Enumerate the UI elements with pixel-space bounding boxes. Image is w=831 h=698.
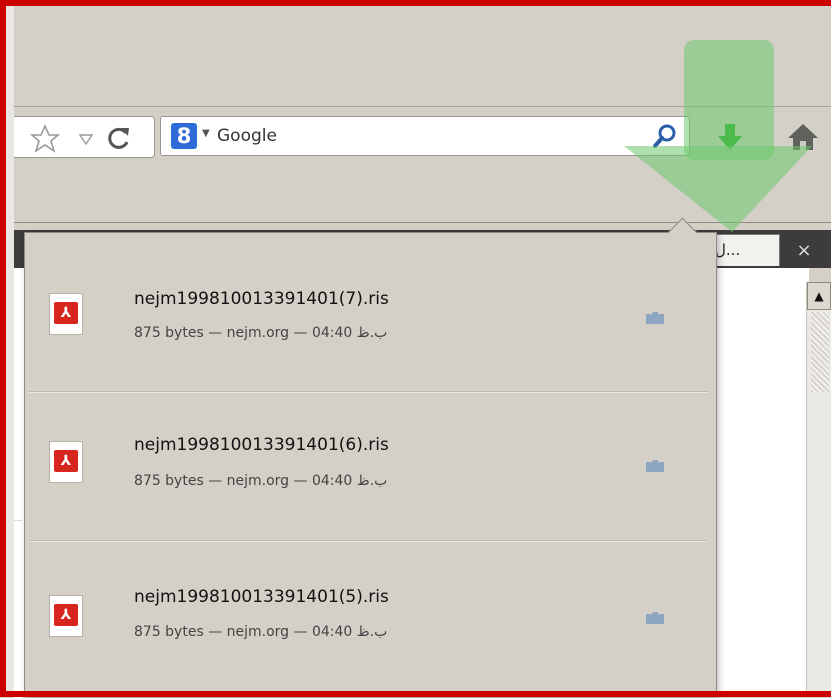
download-item[interactable]: ⅄ nejm199810013391401(5).ris 875 bytes —…	[25, 543, 716, 695]
download-meta: 875 bytes — nejm.org — 04:40 ب.ظ	[134, 473, 388, 489]
star-icon[interactable]	[30, 124, 60, 154]
divider	[29, 391, 708, 392]
page-content-edge	[14, 520, 22, 698]
download-arrow-icon[interactable]	[712, 118, 748, 154]
folder-icon[interactable]	[645, 459, 665, 473]
tab-title: ل...	[715, 241, 741, 259]
window-border-top	[0, 0, 831, 6]
title-bar	[14, 6, 831, 106]
divider	[29, 540, 708, 541]
downloads-panel: ⅄ nejm199810013391401(7).ris 875 bytes —…	[24, 232, 717, 697]
vertical-scrollbar[interactable]: ▲	[806, 282, 831, 697]
download-meta: 875 bytes — nejm.org — 04:40 ب.ظ	[134, 624, 388, 640]
window-left-edge	[6, 6, 14, 697]
triangle-down-icon[interactable]	[78, 133, 94, 145]
close-icon[interactable]: ×	[784, 236, 824, 266]
search-box[interactable]: 8 ▼ Google	[160, 116, 690, 156]
pdf-file-icon: ⅄	[49, 595, 83, 637]
download-filename: nejm199810013391401(6).ris	[134, 435, 389, 455]
download-filename: nejm199810013391401(5).ris	[134, 587, 389, 607]
bookmarks-toolbar	[14, 164, 831, 223]
google-engine-icon[interactable]: 8	[171, 123, 197, 149]
home-icon[interactable]	[783, 118, 823, 158]
pdf-file-icon: ⅄	[49, 293, 83, 335]
pdf-file-icon: ⅄	[49, 441, 83, 483]
engine-dropdown-icon[interactable]: ▼	[202, 128, 210, 139]
scroll-track[interactable]	[811, 312, 829, 392]
download-filename: nejm199810013391401(7).ris	[134, 289, 389, 309]
scroll-up-arrow-icon[interactable]: ▲	[807, 282, 831, 310]
download-meta: 875 bytes — nejm.org — 04:40 ب.ظ	[134, 325, 388, 341]
search-placeholder: Google	[217, 126, 277, 146]
folder-icon[interactable]	[645, 611, 665, 625]
magnifier-icon[interactable]	[651, 122, 679, 150]
download-item[interactable]: ⅄ nejm199810013391401(7).ris 875 bytes —…	[25, 233, 716, 385]
folder-icon[interactable]	[645, 311, 665, 325]
download-item[interactable]: ⅄ nejm199810013391401(6).ris 875 bytes —…	[25, 393, 716, 545]
reload-icon[interactable]	[106, 125, 132, 151]
